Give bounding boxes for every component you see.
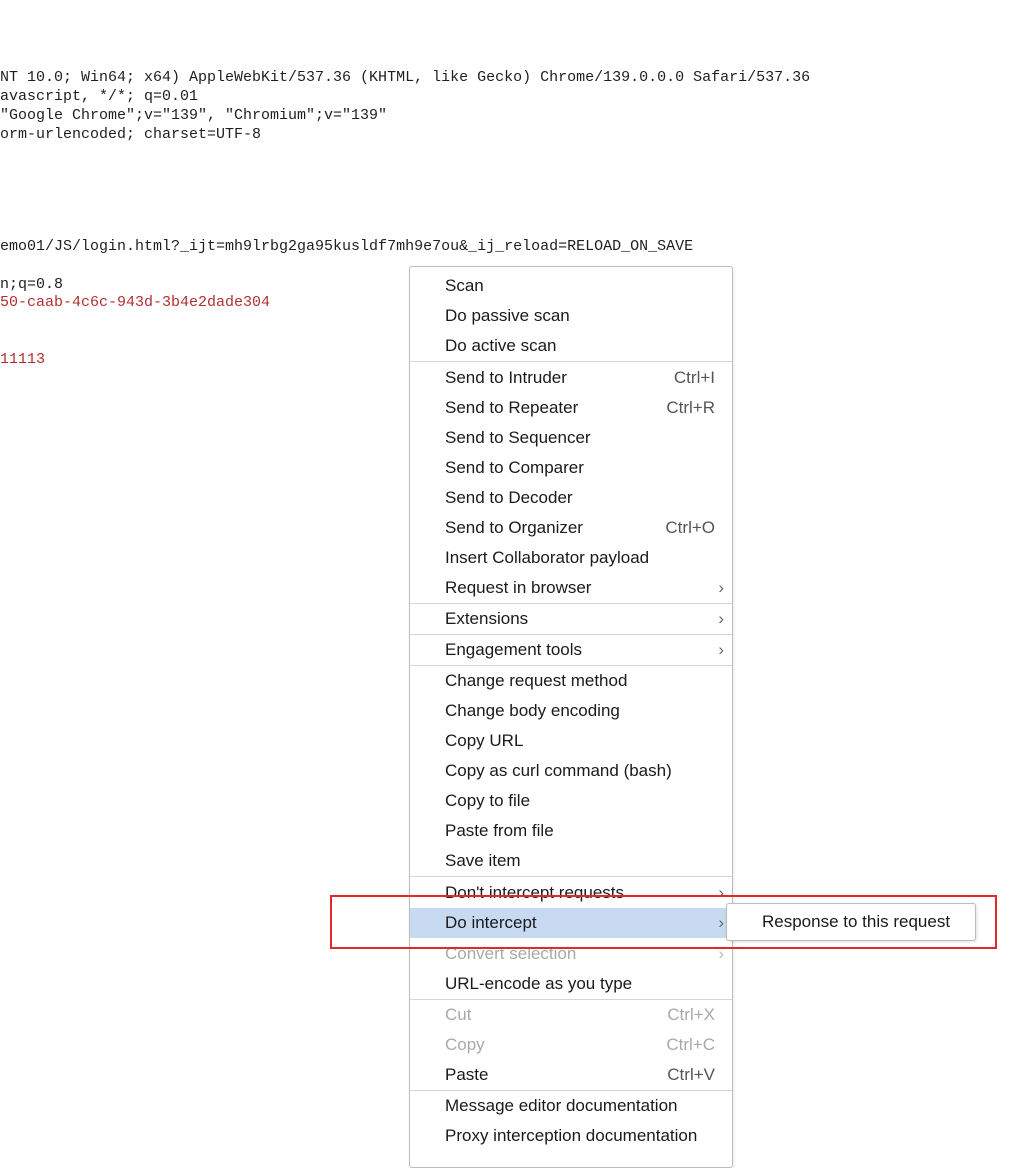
menu-item-do-passive-scan[interactable]: Do passive scan bbox=[410, 301, 732, 331]
chevron-right-icon: › bbox=[718, 578, 724, 597]
menu-item-paste-from-file[interactable]: Paste from file bbox=[410, 816, 732, 846]
chevron-right-icon: › bbox=[718, 609, 724, 628]
menu-item-change-body-encoding[interactable]: Change body encoding bbox=[410, 696, 732, 726]
shortcut-label: Ctrl+O bbox=[665, 518, 715, 537]
menu-item-cut: Cut Ctrl+X bbox=[410, 1000, 732, 1030]
menu-item-send-to-sequencer[interactable]: Send to Sequencer bbox=[410, 423, 732, 453]
menu-item-send-to-decoder[interactable]: Send to Decoder bbox=[410, 483, 732, 513]
code-line-accept: avascript, */*; q=0.01 bbox=[0, 88, 199, 105]
menu-item-insert-collaborator-payload[interactable]: Insert Collaborator payload bbox=[410, 543, 732, 573]
menu-item-url-encode-as-you-type[interactable]: URL-encode as you type bbox=[410, 969, 732, 999]
menu-item-copy-to-file[interactable]: Copy to file bbox=[410, 786, 732, 816]
menu-item-engagement-tools[interactable]: Engagement tools › bbox=[410, 635, 732, 665]
chevron-right-icon: › bbox=[718, 640, 724, 659]
chevron-right-icon: › bbox=[718, 883, 724, 902]
code-line-content-type: orm-urlencoded; charset=UTF-8 bbox=[0, 126, 262, 143]
menu-item-dont-intercept-requests[interactable]: Don't intercept requests › bbox=[410, 878, 732, 908]
menu-item-save-item[interactable]: Save item bbox=[410, 846, 732, 876]
menu-item-change-request-method[interactable]: Change request method bbox=[410, 666, 732, 696]
code-line-body-value: 11113 bbox=[0, 351, 46, 368]
menu-separator bbox=[410, 361, 732, 362]
code-line-sec-ch-ua: "Google Chrome";v="139", "Chromium";v="1… bbox=[0, 107, 388, 124]
menu-item-scan[interactable]: Scan bbox=[410, 271, 732, 301]
shortcut-label: Ctrl+C bbox=[666, 1035, 715, 1054]
chevron-right-icon: › bbox=[718, 913, 724, 932]
menu-item-convert-selection: Convert selection › bbox=[410, 939, 732, 969]
code-line-cookie-value: 50-caab-4c6c-943d-3b4e2dade304 bbox=[0, 294, 271, 311]
menu-item-paste[interactable]: Paste Ctrl+V bbox=[410, 1060, 732, 1090]
context-menu: Scan Do passive scan Do active scan Send… bbox=[409, 266, 733, 1168]
menu-item-send-to-intruder[interactable]: Send to Intruder Ctrl+I bbox=[410, 363, 732, 393]
menu-item-send-to-comparer[interactable]: Send to Comparer bbox=[410, 453, 732, 483]
submenu-item-response-to-this-request[interactable]: Response to this request bbox=[727, 904, 975, 940]
menu-item-message-editor-documentation[interactable]: Message editor documentation bbox=[410, 1091, 732, 1121]
menu-item-proxy-interception-documentation[interactable]: Proxy interception documentation bbox=[410, 1121, 732, 1151]
menu-item-copy: Copy Ctrl+C bbox=[410, 1030, 732, 1060]
menu-item-do-active-scan[interactable]: Do active scan bbox=[410, 331, 732, 361]
code-line-user-agent: NT 10.0; Win64; x64) AppleWebKit/537.36 … bbox=[0, 69, 811, 86]
do-intercept-submenu: Response to this request bbox=[726, 903, 976, 941]
shortcut-label: Ctrl+V bbox=[667, 1065, 715, 1084]
menu-item-send-to-repeater[interactable]: Send to Repeater Ctrl+R bbox=[410, 393, 732, 423]
menu-item-copy-url[interactable]: Copy URL bbox=[410, 726, 732, 756]
chevron-right-icon: › bbox=[718, 944, 724, 963]
menu-item-send-to-organizer[interactable]: Send to Organizer Ctrl+O bbox=[410, 513, 732, 543]
menu-item-copy-as-curl[interactable]: Copy as curl command (bash) bbox=[410, 756, 732, 786]
menu-item-request-in-browser[interactable]: Request in browser › bbox=[410, 573, 732, 603]
shortcut-label: Ctrl+I bbox=[673, 368, 715, 387]
code-line-referer: emo01/JS/login.html?_ijt=mh9lrbg2ga95kus… bbox=[0, 238, 694, 255]
shortcut-label: Ctrl+X bbox=[667, 1005, 715, 1024]
code-line-accept-language: n;q=0.8 bbox=[0, 276, 64, 293]
menu-item-extensions[interactable]: Extensions › bbox=[410, 604, 732, 634]
shortcut-label: Ctrl+R bbox=[666, 398, 715, 417]
menu-item-do-intercept[interactable]: Do intercept › bbox=[410, 908, 732, 938]
menu-separator bbox=[410, 876, 732, 877]
